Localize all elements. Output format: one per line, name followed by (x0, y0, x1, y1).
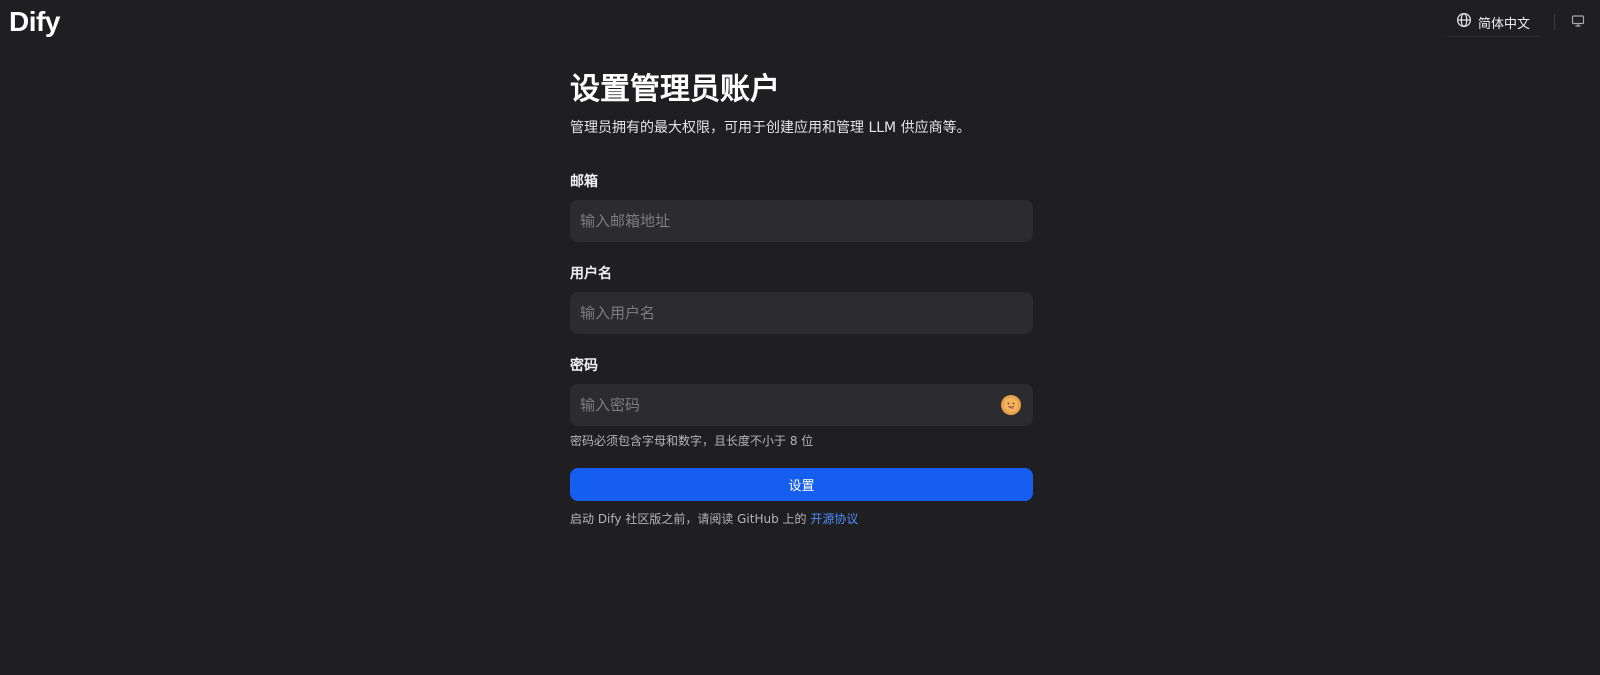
language-selector[interactable]: 简体中文 (1446, 8, 1541, 37)
setup-submit-button[interactable]: 设置 (570, 468, 1033, 501)
globe-icon (1456, 12, 1472, 32)
email-input[interactable] (570, 200, 1033, 242)
language-label: 简体中文 (1478, 16, 1531, 32)
theme-toggle-button[interactable] (1568, 12, 1588, 32)
header-divider (1554, 14, 1555, 30)
license-note: 启动 Dify 社区版之前，请阅读 GitHub 上的 开源协议 (570, 510, 1033, 528)
page-subtitle: 管理员拥有的最大权限，可用于创建应用和管理 LLM 供应商等。 (570, 120, 971, 136)
email-label: 邮箱 (570, 174, 598, 190)
username-field-group: 用户名 (570, 264, 1033, 334)
show-password-emoji-icon[interactable] (1001, 395, 1021, 415)
email-field-group: 邮箱 (570, 172, 1033, 242)
open-source-license-link[interactable]: 开源协议 (810, 512, 858, 526)
dify-logo[interactable]: Dify (9, 4, 60, 40)
monitor-icon (1571, 13, 1585, 32)
password-label: 密码 (570, 358, 598, 374)
page-title: 设置管理员账户 (570, 72, 780, 107)
username-input[interactable] (570, 292, 1033, 334)
username-input-box (570, 292, 1033, 334)
email-input-box (570, 200, 1033, 242)
password-input-box (570, 384, 1033, 426)
password-hint: 密码必须包含字母和数字，且长度不小于 8 位 (570, 434, 814, 448)
license-note-text: 启动 Dify 社区版之前，请阅读 GitHub 上的 (570, 512, 811, 526)
admin-setup-form: 设置管理员账户 管理员拥有的最大权限，可用于创建应用和管理 LLM 供应商等。 … (570, 70, 1033, 528)
username-label: 用户名 (570, 266, 612, 282)
password-input[interactable] (570, 384, 1033, 426)
top-bar: Dify 简体中文 (0, 0, 1600, 44)
password-field-group: 密码 密码必须包含字母和数字，且长度不小于 8 位 (570, 356, 1033, 450)
